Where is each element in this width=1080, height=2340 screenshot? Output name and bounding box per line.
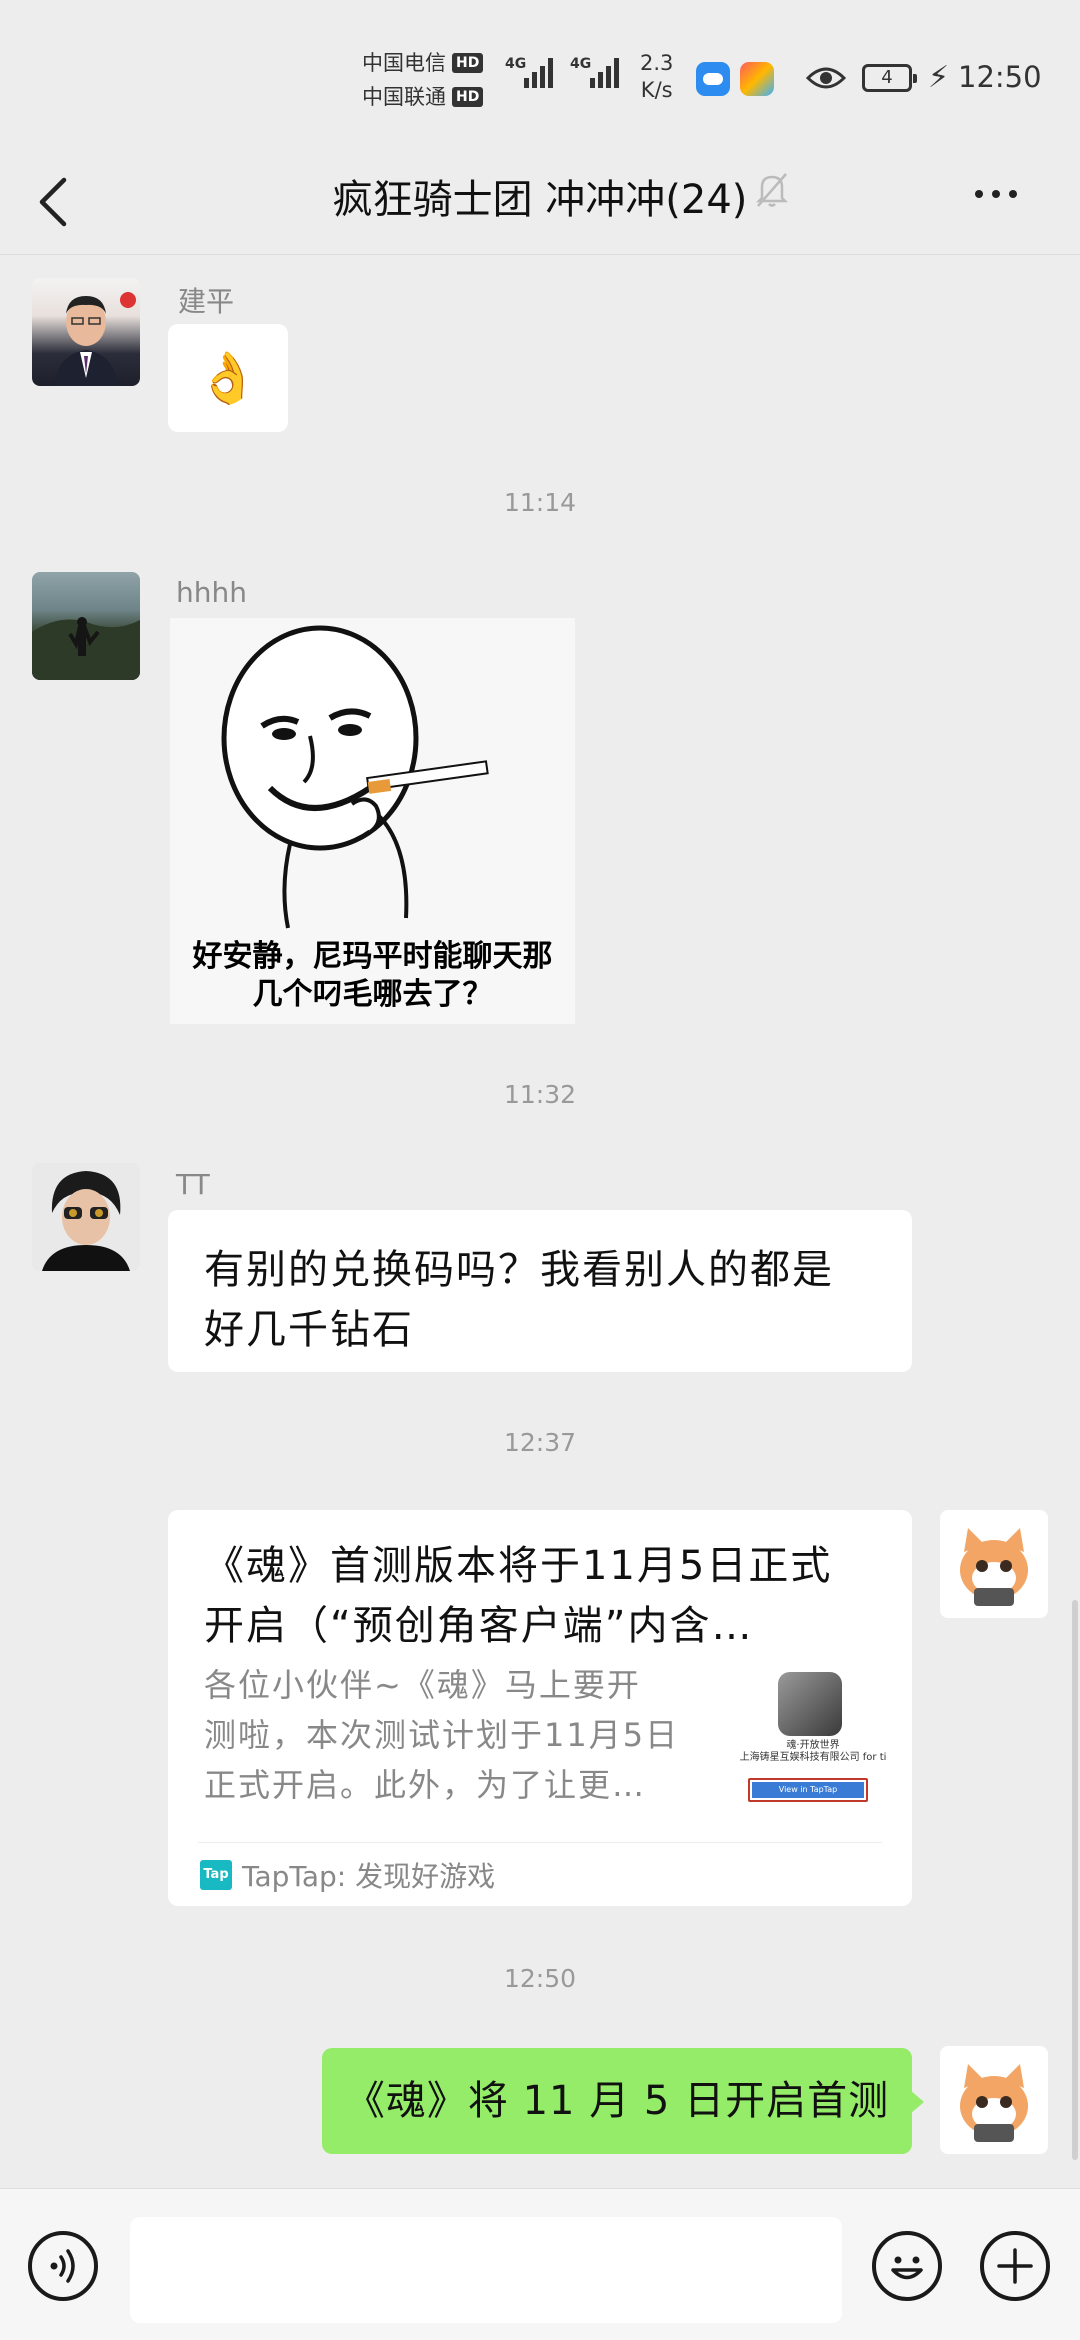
speed-value: 2.3 [640, 51, 674, 75]
smiley-icon [891, 2256, 923, 2280]
signal-1-icon [524, 58, 553, 88]
timestamp: 12:37 [503, 1428, 577, 1457]
cat-avatar-icon [960, 1528, 1028, 1606]
input-bar [0, 2188, 1080, 2340]
link-description: 测啦，本次测试计划于11月5日 [204, 1716, 680, 1754]
carrier-info: 中国电信 HD 中国联通 HD [362, 46, 484, 114]
message-input[interactable] [130, 2217, 842, 2323]
timestamp: 12:50 [503, 1964, 577, 1993]
cloud-app-icon [696, 62, 730, 96]
message-text: 有别的兑换码吗？我看别人的都是 [204, 1247, 834, 1293]
more-icon[interactable] [975, 190, 1017, 198]
message-bubble[interactable]: 《魂》将 11 月 5 日开启首测 [322, 2048, 912, 2154]
link-title: 《魂》首测版本将于11月5日正式 [204, 1543, 833, 1589]
battery-icon: 4 [862, 64, 917, 92]
view-in-taptap-button: View in TapTap [752, 1782, 864, 1798]
card-divider [198, 1842, 882, 1843]
link-thumbnail: 魂·开放世界 上海铸星互娱科技有限公司 for ti View in TapTa… [738, 1672, 888, 1822]
hd-badge-1: HD [452, 53, 484, 73]
message-bubble[interactable]: 👌 [168, 324, 288, 432]
thumb-text: 上海铸星互娱科技有限公司 for ti [739, 1752, 887, 1763]
sender-name: 建平 [178, 285, 235, 318]
link-title: 开启（“预创角客户端”内含… [204, 1603, 754, 1649]
clock: 12:50 [958, 60, 1042, 94]
cat-avatar-icon [960, 2064, 1028, 2142]
sender-name: TT [176, 1168, 210, 1201]
sticker-caption: 好安静，尼玛平时能聊天那 [192, 939, 553, 974]
status-bar: 中国电信 HD 中国联通 HD 4G 4G 2.3 K/s 4 ⚡ 12:50 [0, 0, 1080, 150]
avatar[interactable] [32, 1163, 140, 1271]
avatar[interactable] [940, 1510, 1048, 1618]
chat-header: 疯狂骑士团 冲冲冲(24) [0, 150, 1080, 255]
scrollbar[interactable] [1072, 1600, 1078, 2160]
link-description: 各位小伙伴~《魂》马上要开 [204, 1666, 641, 1704]
avatar[interactable] [940, 2046, 1048, 2154]
game-logo-icon [778, 1672, 842, 1736]
avatar[interactable] [32, 572, 140, 680]
plus-icon [997, 2248, 1033, 2284]
taptap-logo-icon: Tap [200, 1860, 232, 1890]
message-bubble[interactable]: 有别的兑换码吗？我看别人的都是 好几千钻石 [168, 1210, 912, 1372]
emoji-button[interactable] [872, 2231, 942, 2301]
network-speed: 2.3 K/s [640, 50, 673, 104]
sticker-caption: 几个叼毛哪去了？ [252, 977, 493, 1012]
more-functions-button[interactable] [980, 2231, 1050, 2301]
voice-input-button[interactable] [28, 2231, 98, 2301]
avatar[interactable] [32, 278, 140, 386]
mute-bell-icon [755, 173, 789, 207]
message-text: 《魂》将 11 月 5 日开启首测 [344, 2078, 890, 2124]
signal-2-icon [590, 58, 619, 88]
page-title: 疯狂骑士团 冲冲冲(24) [332, 177, 748, 223]
sticker-image[interactable]: 好安静，尼玛平时能聊天那 几个叼毛哪去了？ [170, 618, 575, 1024]
message-text: 好几千钻石 [204, 1307, 414, 1353]
speed-unit: K/s [640, 78, 673, 102]
eye-icon [806, 67, 846, 89]
voice-icon [50, 2249, 75, 2283]
network-type-2: 4G [570, 56, 592, 72]
timestamp: 11:32 [503, 1080, 577, 1109]
sender-name: hhhh [176, 576, 247, 609]
hd-badge-2: HD [452, 87, 484, 107]
charging-icon: ⚡ [928, 60, 950, 95]
carrier-2: 中国联通 [362, 85, 446, 109]
thumb-text: 魂·开放世界 [786, 1740, 840, 1751]
timestamp: 11:14 [503, 488, 577, 517]
bubble-tail [910, 2090, 924, 2114]
app-icon [740, 62, 774, 96]
link-source: TapTap: 发现好游戏 [242, 1860, 496, 1893]
header-divider [0, 254, 1080, 255]
link-description: 正式开启。此外，为了让更… [204, 1766, 647, 1804]
carrier-1: 中国电信 [362, 51, 446, 75]
link-card[interactable]: 《魂》首测版本将于11月5日正式 开启（“预创角客户端”内含… 各位小伙伴~《魂… [168, 1510, 912, 1906]
